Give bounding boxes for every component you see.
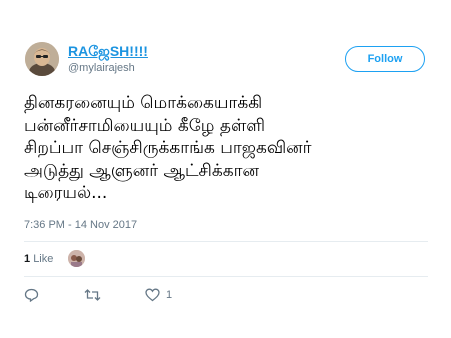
follow-button[interactable]: Follow — [345, 46, 425, 72]
tweet-text: தினகரனையும் மொக்கையாக்கி பன்னீர்சாமியையு… — [24, 92, 444, 205]
heart-icon — [145, 288, 160, 302]
tweet-timestamp[interactable]: 7:36 PM - 14 Nov 2017 — [24, 219, 137, 231]
like-count: 1 — [166, 289, 173, 301]
tweet-text-line: பன்னீர்சாமியையும் கீழே தள்ளி — [24, 115, 266, 136]
divider — [24, 241, 428, 242]
retweet-icon — [84, 288, 101, 302]
tweet-text-line: டிரையல்... — [24, 183, 108, 203]
tweet-text-line: சிறப்பா செஞ்சிருக்காங்க பாஜகவினர் — [24, 138, 312, 158]
author-display-name[interactable]: RAஜேSH!!!! — [68, 43, 148, 62]
author-handle[interactable]: @mylairajesh — [68, 62, 135, 74]
likes-label: Like — [33, 253, 54, 265]
liker-avatar[interactable] — [68, 250, 85, 267]
like-button[interactable]: 1 — [145, 287, 172, 303]
author-avatar[interactable] — [25, 42, 59, 76]
reply-button[interactable] — [24, 287, 39, 303]
divider — [24, 276, 428, 277]
tweet-text-line: தினகரனையும் மொக்கையாக்கி — [24, 93, 263, 113]
likes-count[interactable]: 1 Like — [24, 253, 53, 265]
retweet-button[interactable] — [84, 287, 101, 303]
likes-number: 1 — [24, 253, 31, 265]
reply-icon — [24, 288, 39, 302]
tweet-text-line: அடுத்து ஆளுனர் ஆட்சிக்கான — [24, 160, 259, 181]
